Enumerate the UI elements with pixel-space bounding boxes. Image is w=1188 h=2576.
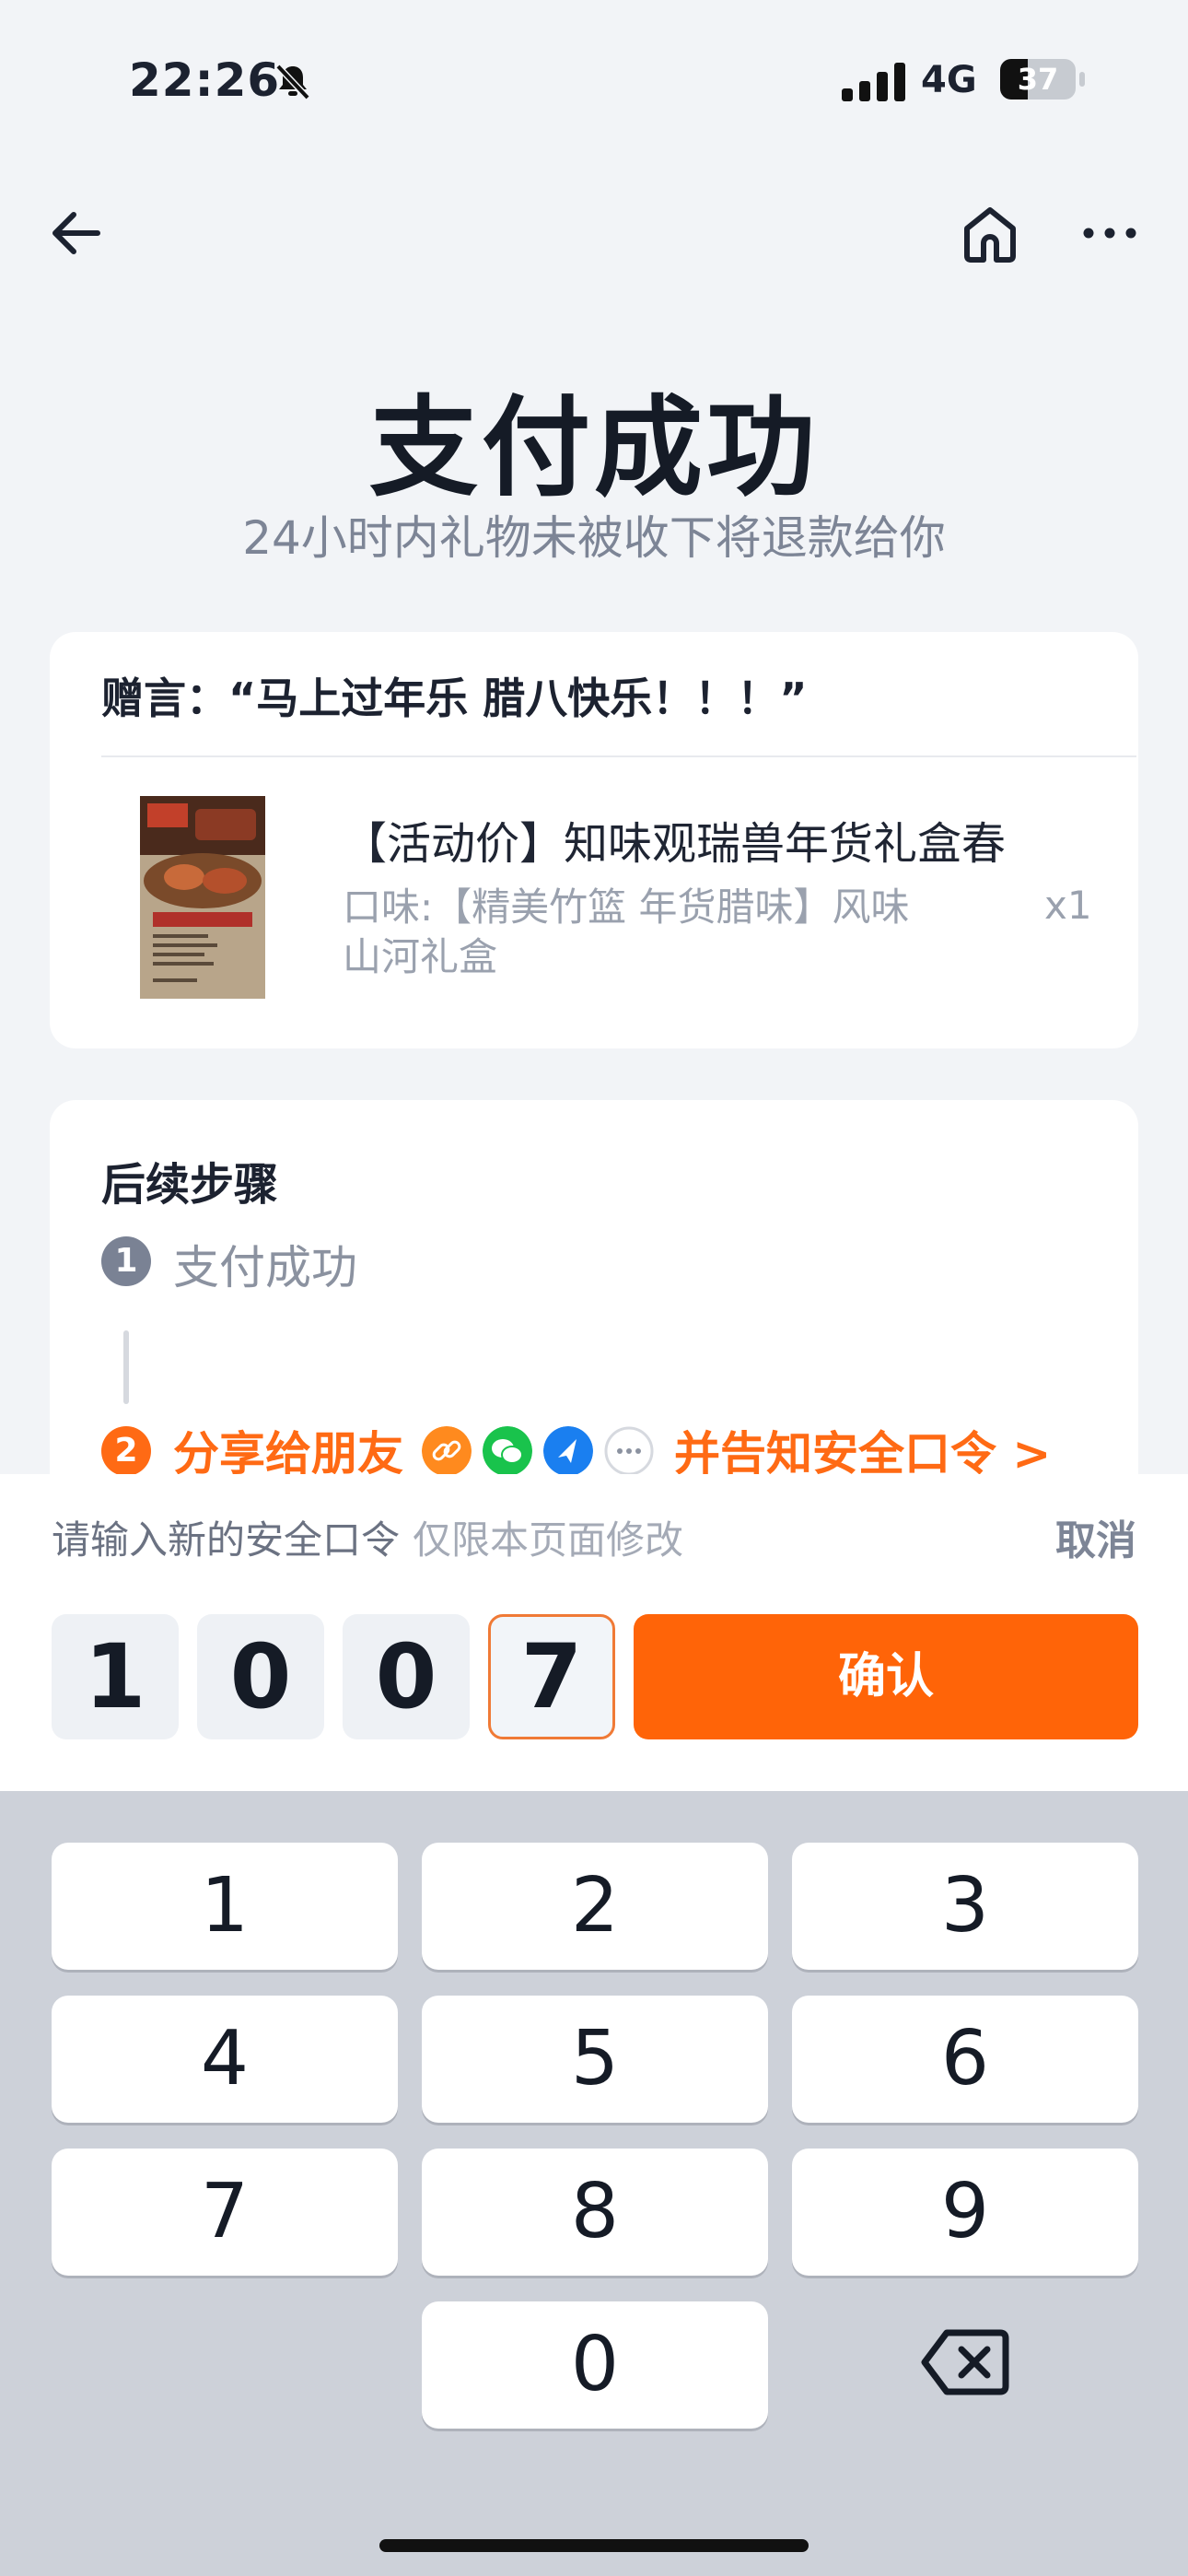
battery-icon: 37 bbox=[1000, 59, 1085, 100]
step-2-number: 2 bbox=[101, 1426, 151, 1476]
key-2[interactable]: 2 bbox=[422, 1843, 768, 1970]
page-subtitle: 24小时内礼物未被收下将退款给你 bbox=[242, 511, 946, 565]
code-digit-4[interactable]: 7 bbox=[488, 1614, 615, 1739]
signal-icon bbox=[842, 63, 905, 101]
product-spec: 口味:【精美竹篮 年货腊味】风味山河礼盒 bbox=[343, 884, 910, 979]
product-thumbnail[interactable] bbox=[140, 796, 265, 999]
key-0[interactable]: 0 bbox=[422, 2301, 768, 2429]
code-digit-1[interactable]: 1 bbox=[52, 1614, 179, 1739]
page-title: 支付成功 bbox=[368, 384, 819, 511]
code-digit-2[interactable]: 0 bbox=[197, 1614, 324, 1739]
sheet-hint: 请输入新的安全口令 bbox=[52, 1517, 401, 1563]
key-9[interactable]: 9 bbox=[792, 2149, 1138, 2276]
product-title: 【活动价】知味观瑞兽年货礼盒春 bbox=[343, 818, 1007, 870]
step-1-label: 支付成功 bbox=[173, 1241, 357, 1294]
key-3[interactable]: 3 bbox=[792, 1843, 1138, 1970]
home-icon[interactable] bbox=[958, 201, 1022, 265]
steps-card: 后续步骤 1 支付成功 2 分享给朋友 并告知安全口令 > bbox=[50, 1100, 1138, 1505]
home-indicator bbox=[379, 2539, 809, 2552]
step-1-number: 1 bbox=[101, 1236, 151, 1286]
code-digit-3[interactable]: 0 bbox=[343, 1614, 470, 1739]
numeric-keypad: 1 2 3 4 5 6 7 8 9 0 bbox=[0, 1791, 1188, 2576]
step-connector bbox=[123, 1330, 129, 1404]
divider bbox=[101, 755, 1136, 757]
key-8[interactable]: 8 bbox=[422, 2149, 768, 2276]
backspace-icon[interactable] bbox=[919, 2325, 1011, 2399]
key-7[interactable]: 7 bbox=[52, 2149, 398, 2276]
steps-title: 后续步骤 bbox=[101, 1159, 279, 1211]
cancel-button[interactable]: 取消 bbox=[1055, 1507, 1136, 1566]
feiyu-icon[interactable] bbox=[543, 1426, 593, 1476]
sheet-hint-sub: 仅限本页面修改 bbox=[413, 1517, 684, 1563]
more-share-icon[interactable] bbox=[604, 1426, 654, 1476]
more-icon[interactable] bbox=[1079, 201, 1144, 265]
battery-level: 37 bbox=[1017, 62, 1059, 97]
key-5[interactable]: 5 bbox=[422, 1996, 768, 2123]
gift-card: 赠言：“马上过年乐 腊八快乐！！！” 【活动价】知味观瑞兽年货礼盒春 口味:【精… bbox=[50, 632, 1138, 1048]
key-6[interactable]: 6 bbox=[792, 1996, 1138, 2123]
key-1[interactable]: 1 bbox=[52, 1843, 398, 1970]
wechat-icon[interactable] bbox=[483, 1426, 532, 1476]
key-4[interactable]: 4 bbox=[52, 1996, 398, 2123]
link-icon[interactable] bbox=[422, 1426, 472, 1476]
back-arrow-icon[interactable] bbox=[44, 201, 109, 265]
confirm-button[interactable]: 确认 bbox=[634, 1614, 1138, 1739]
product-qty: x1 bbox=[1044, 883, 1092, 928]
bell-muted-icon bbox=[275, 64, 310, 100]
network-type: 4G bbox=[921, 59, 977, 101]
status-time: 22:26 bbox=[129, 53, 281, 107]
gift-message: 赠言：“马上过年乐 腊八快乐！！！” bbox=[101, 673, 808, 723]
